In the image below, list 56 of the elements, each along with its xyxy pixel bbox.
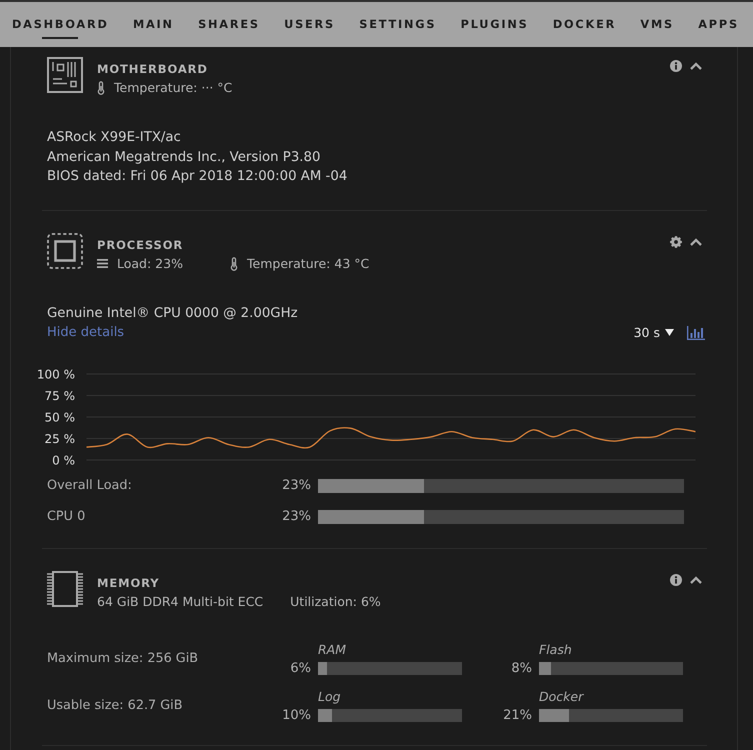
nav-tab[interactable]: VMS bbox=[640, 10, 674, 38]
detail-text: Genuine Intel® CPU 0000 @ 2.00GHz bbox=[47, 304, 299, 322]
stat-text: Utilization: 6% bbox=[290, 592, 381, 610]
nav-tab[interactable]: DASHBOARD bbox=[12, 10, 109, 38]
meter-label: Docker bbox=[539, 688, 585, 704]
detail-text: BIOS dated: Fri 06 Apr 2018 12:00:00 AM -04 bbox=[47, 168, 348, 186]
memory-module-icon bbox=[47, 570, 83, 606]
meter-label: Log bbox=[318, 688, 342, 704]
percent-text: 8% bbox=[510, 662, 532, 674]
detail-text: ASRock X99E-ITX/ac bbox=[47, 129, 182, 147]
nav-tab[interactable]: DOCKER bbox=[552, 10, 616, 38]
stat-text: Temperature: ··· °C bbox=[114, 79, 232, 97]
meter-label: RAM bbox=[318, 642, 348, 658]
nav-tab[interactable]: SETTINGS bbox=[359, 10, 436, 38]
nav-tab[interactable]: MAIN bbox=[132, 10, 174, 38]
percent-text: 23% bbox=[281, 478, 311, 492]
stat-text: Load: 23% bbox=[117, 254, 183, 272]
percent-text: 23% bbox=[281, 510, 311, 524]
axis-tick-label: 100 % bbox=[36, 367, 75, 381]
meter-label: CPU 0 bbox=[47, 509, 86, 524]
stat-text: 64 GiB DDR4 Multi-bit ECC bbox=[97, 592, 264, 610]
axis-tick-label: 75 % bbox=[44, 388, 75, 402]
percent-text: 6% bbox=[289, 662, 311, 674]
settings-icon[interactable] bbox=[670, 236, 682, 248]
size-label: Usable size: 62.7 GiB bbox=[47, 698, 184, 712]
caret-icon bbox=[665, 329, 674, 336]
chevron-up-icon[interactable] bbox=[690, 62, 702, 70]
percent-text: 21% bbox=[502, 708, 532, 722]
nav-tab[interactable]: SHARES bbox=[198, 10, 260, 38]
processor-chip-icon bbox=[47, 232, 83, 268]
interval-select[interactable]: 30 s bbox=[634, 324, 674, 342]
nav-tab[interactable]: APPS bbox=[698, 10, 739, 38]
section-title: PROCESSOR bbox=[97, 236, 184, 252]
thermometer-icon bbox=[97, 81, 105, 95]
detail-text: American Megatrends Inc., Version P3.80 bbox=[47, 148, 322, 166]
chevron-up-icon[interactable] bbox=[690, 238, 702, 246]
percent-text: 10% bbox=[281, 708, 311, 722]
section-title: MOTHERBOARD bbox=[97, 61, 209, 77]
thermometer-icon bbox=[230, 256, 238, 270]
chevron-up-icon[interactable] bbox=[690, 576, 702, 584]
bar-chart-icon[interactable] bbox=[687, 326, 705, 340]
stat-text: Temperature: 43 °C bbox=[247, 254, 370, 272]
info-icon[interactable] bbox=[670, 60, 682, 72]
info-icon[interactable] bbox=[670, 574, 682, 586]
axis-tick-label: 50 % bbox=[44, 410, 75, 424]
meter-label: Flash bbox=[539, 642, 573, 658]
size-label: Maximum size: 256 GiB bbox=[47, 650, 200, 666]
axis-tick-label: 0 % bbox=[52, 453, 75, 464]
nav-tab[interactable]: USERS bbox=[284, 10, 335, 38]
meter-label: Overall Load: bbox=[47, 478, 133, 493]
axis-tick-label: 25 % bbox=[44, 432, 75, 446]
nav-tab[interactable]: PLUGINS bbox=[460, 10, 529, 38]
menu-lines-icon bbox=[97, 259, 108, 268]
hide-details-link[interactable]: Hide details bbox=[47, 325, 124, 340]
motherboard-icon bbox=[47, 57, 83, 93]
section-title: MEMORY bbox=[97, 574, 160, 590]
